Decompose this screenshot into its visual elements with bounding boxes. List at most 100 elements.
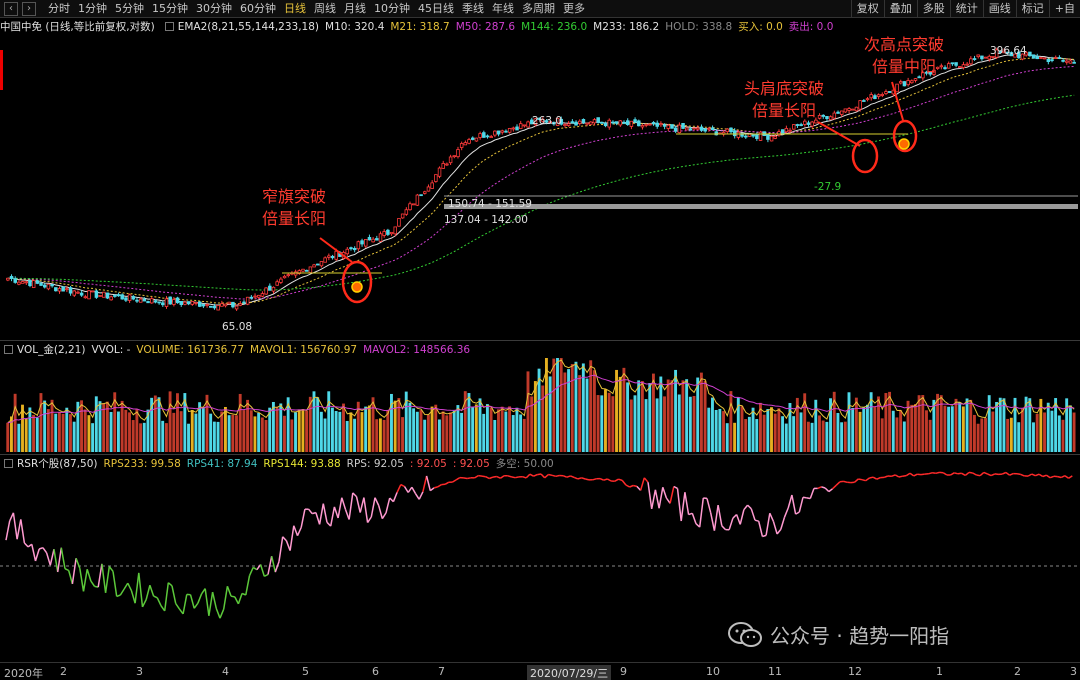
volume-bar — [294, 412, 297, 452]
volume-bar — [995, 401, 999, 452]
rsr-segment — [49, 549, 55, 566]
candle-body — [400, 213, 405, 219]
volume-bar — [397, 398, 401, 452]
date-label-12: 2 — [1014, 665, 1021, 678]
volume-bar — [692, 395, 696, 452]
candle-body — [356, 241, 361, 250]
volume-bar — [888, 391, 892, 452]
rsr-title[interactable]: RSR个股(87,50) — [17, 456, 98, 471]
candle-body — [585, 122, 589, 125]
rsr-segment — [400, 483, 405, 488]
volume-bar — [168, 391, 172, 452]
volume-bar — [157, 397, 161, 452]
volume-bar — [338, 411, 342, 452]
candle-body — [1031, 54, 1036, 59]
rsr-segment — [256, 564, 262, 571]
candle-body — [186, 301, 191, 305]
rsr-segment — [463, 477, 468, 480]
rsr-segment — [522, 475, 527, 479]
vol-title[interactable]: VOL_金(2,21) — [17, 342, 85, 357]
volume-bar — [747, 416, 751, 452]
volume-bar — [1061, 419, 1065, 452]
rsr-segment — [318, 503, 325, 525]
candle-body — [452, 155, 457, 158]
rsr-segment — [193, 602, 199, 609]
low-price-label: 65.08 — [222, 321, 252, 333]
volume-bar — [1002, 398, 1006, 452]
candle-body — [124, 297, 128, 301]
rsr-segment — [1046, 474, 1051, 479]
volume-bar — [283, 415, 286, 452]
volume-bar — [991, 411, 995, 452]
divider-main-vol[interactable] — [0, 340, 1080, 341]
candle-body — [28, 280, 32, 287]
rsr-segment — [352, 492, 358, 498]
volume-bar — [921, 395, 925, 452]
rsr-segment — [499, 475, 505, 479]
volume-bar — [773, 413, 777, 452]
candle-body — [149, 298, 154, 304]
volume-bar — [323, 418, 327, 452]
annotation-1: 窄旗突破 倍量长阳 — [262, 186, 326, 230]
rsr-segment — [684, 492, 690, 515]
rsr-segment — [478, 474, 483, 477]
divider-vol-rsr[interactable] — [0, 454, 1080, 455]
volume-bar — [618, 376, 622, 452]
volume-bar — [840, 422, 844, 452]
rsr-segment — [680, 492, 686, 522]
rsr-segment — [285, 540, 291, 551]
volume-bar — [519, 414, 523, 452]
candle-body — [54, 287, 58, 292]
date-label-5: 6 — [372, 665, 379, 678]
volume-bar — [1020, 408, 1024, 452]
candle-body — [308, 266, 313, 274]
candle-body — [869, 94, 873, 99]
volume-bar — [419, 410, 423, 452]
candle-body — [637, 120, 641, 127]
vol-toggle-icon[interactable] — [4, 345, 13, 354]
rsr-segment — [795, 511, 800, 515]
volume-bar — [91, 423, 95, 452]
rsr-segment — [5, 520, 11, 541]
candle-body — [1042, 57, 1047, 60]
candle-body — [673, 127, 678, 132]
rsr-toggle-icon[interactable] — [4, 459, 13, 468]
candle-body — [13, 278, 17, 283]
volume-bar — [72, 421, 76, 452]
rsr-segment — [329, 506, 336, 527]
rsr-segment — [529, 473, 534, 477]
candle-body — [57, 288, 62, 292]
rsr-segment — [787, 494, 793, 509]
candle-body — [131, 296, 136, 300]
candle-body — [183, 301, 187, 305]
rsr-segment — [698, 497, 705, 528]
volume-bar — [485, 404, 489, 452]
volume-bar — [659, 376, 663, 452]
rsr-segment — [226, 585, 232, 597]
volume-bar — [98, 401, 102, 452]
rsr-segment — [662, 487, 668, 499]
candle-body — [168, 296, 172, 305]
volume-bar — [552, 358, 556, 452]
candle-body — [880, 94, 885, 96]
candle-body — [581, 119, 586, 123]
rsr-segment — [869, 476, 874, 479]
ma21-line — [7, 57, 1075, 305]
candle-body — [839, 110, 844, 115]
candle-body — [234, 305, 239, 310]
vol-info-value-0: VOLUME: 161736.77 — [136, 343, 245, 356]
rsr-segment — [625, 484, 630, 488]
volume-bar — [917, 395, 921, 452]
rsr-segment — [872, 476, 878, 480]
candle-body — [282, 275, 287, 279]
candle-body — [1057, 57, 1062, 59]
rsr-segment — [278, 536, 284, 562]
volume-bar — [426, 414, 430, 452]
volume-bar — [32, 414, 36, 452]
candle-body — [375, 238, 379, 241]
volume-bar — [943, 405, 947, 452]
candle-body — [644, 123, 648, 126]
rsr-segment — [739, 509, 745, 525]
rsr-segment — [854, 478, 859, 483]
candle-body — [42, 284, 47, 288]
